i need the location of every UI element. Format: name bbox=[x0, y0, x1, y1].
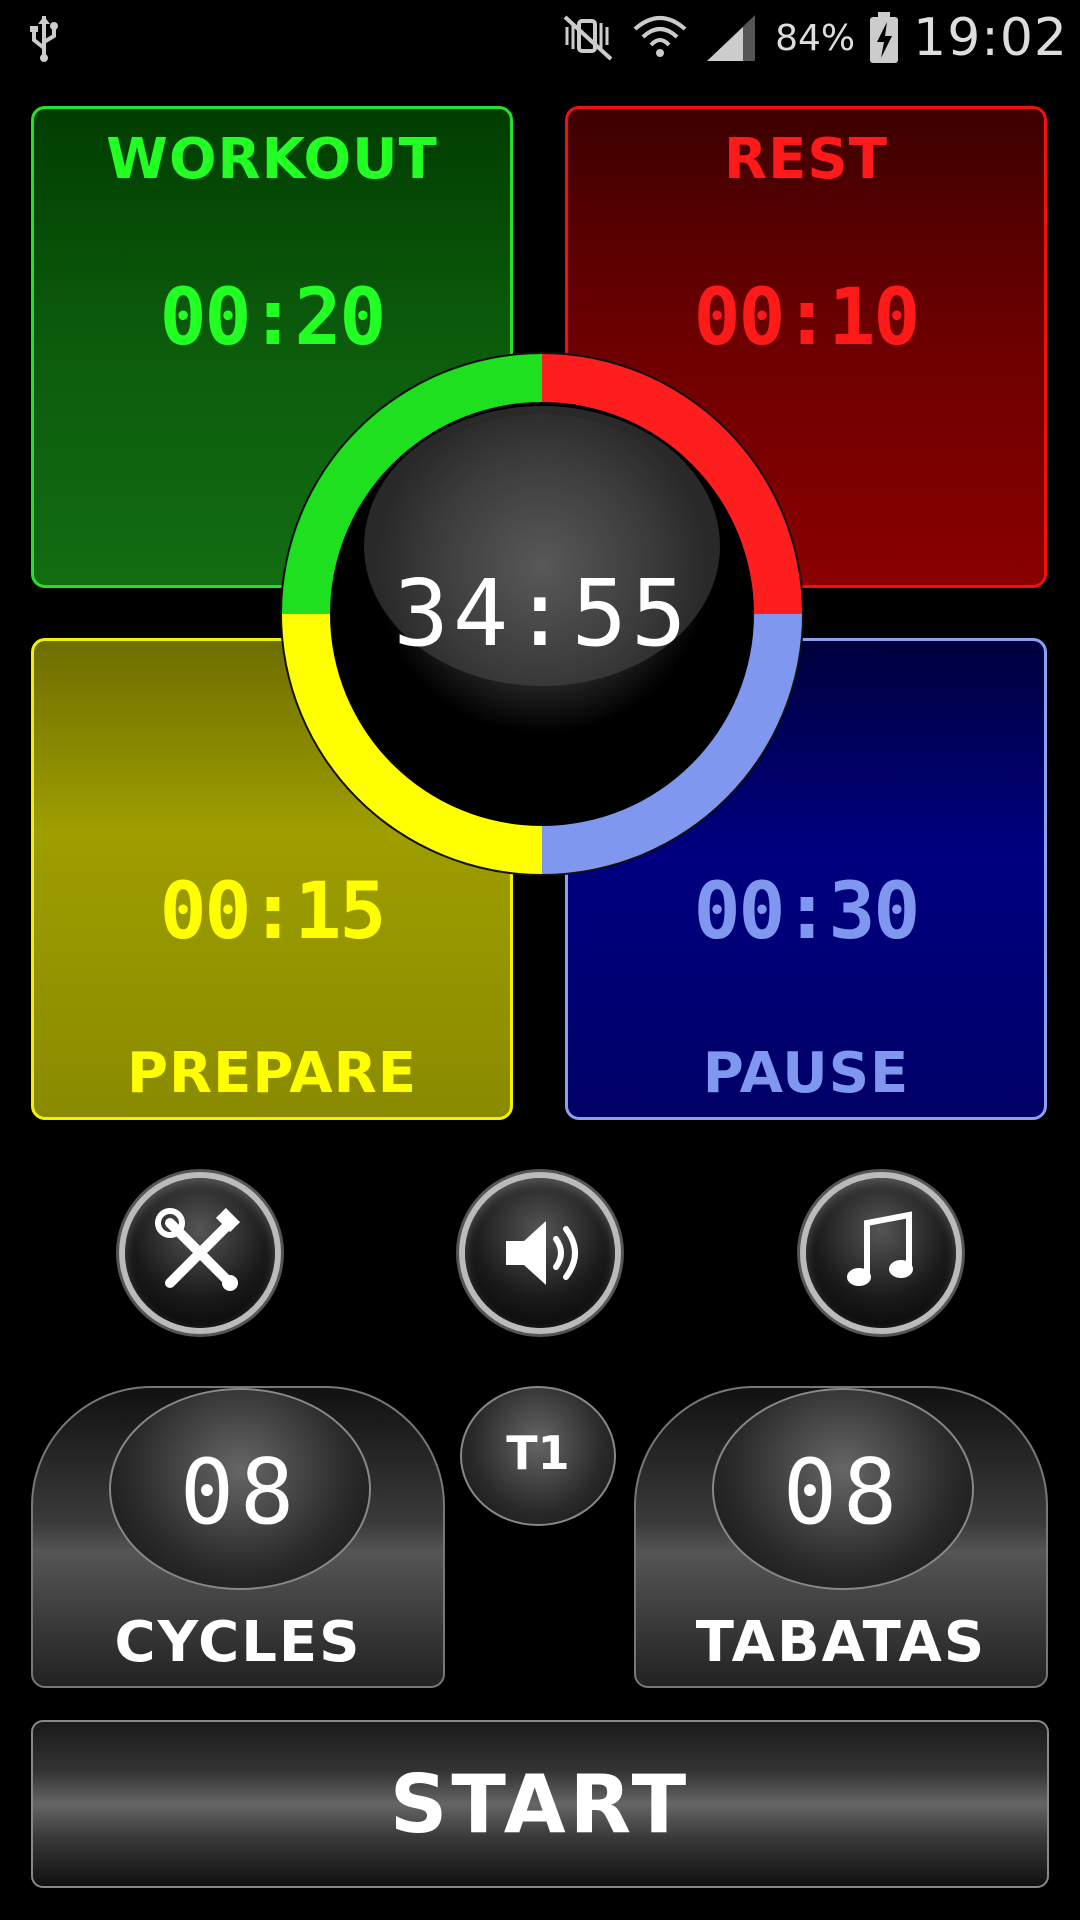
cycles-label: CYCLES bbox=[114, 1610, 362, 1675]
tabatas-value: 08 bbox=[782, 1440, 904, 1545]
workout-label: WORKOUT bbox=[106, 127, 438, 192]
settings-tools-icon bbox=[155, 1207, 241, 1291]
signal-icon bbox=[707, 15, 756, 61]
preset-t1-button[interactable]: T1 bbox=[460, 1386, 616, 1526]
music-button[interactable] bbox=[806, 1178, 956, 1328]
pause-label: PAUSE bbox=[702, 1041, 910, 1106]
start-button[interactable]: START bbox=[31, 1720, 1049, 1888]
music-note-icon bbox=[847, 1211, 913, 1286]
battery-percent: 84% bbox=[775, 17, 856, 59]
cycles-value-display[interactable]: 08 bbox=[109, 1388, 371, 1590]
tabatas-value-display[interactable]: 08 bbox=[712, 1388, 974, 1590]
cycles-value: 08 bbox=[179, 1440, 301, 1545]
cycles-counter[interactable]: 08 CYCLES bbox=[31, 1386, 445, 1688]
pause-time: 00:30 bbox=[693, 867, 921, 957]
mute-vibrate-icon bbox=[563, 15, 613, 61]
main-timer-time: 34:55 bbox=[393, 560, 691, 667]
tabatas-counter[interactable]: 08 TABATAS bbox=[634, 1386, 1048, 1688]
rest-label: REST bbox=[724, 127, 888, 192]
settings-button[interactable] bbox=[125, 1178, 275, 1328]
sound-button[interactable] bbox=[465, 1178, 615, 1328]
usb-icon bbox=[30, 16, 58, 62]
status-time: 19:02 bbox=[913, 8, 1068, 68]
start-label: START bbox=[389, 1758, 691, 1851]
battery-charging-icon bbox=[870, 12, 899, 63]
tabatas-label: TABATAS bbox=[695, 1610, 987, 1675]
wifi-icon bbox=[633, 16, 687, 57]
prepare-label: PREPARE bbox=[126, 1041, 418, 1106]
prepare-time: 00:15 bbox=[159, 867, 387, 957]
preset-label: T1 bbox=[506, 1426, 570, 1480]
status-bar: 84% 19:02 bbox=[0, 0, 1080, 76]
sound-icon bbox=[506, 1221, 578, 1285]
